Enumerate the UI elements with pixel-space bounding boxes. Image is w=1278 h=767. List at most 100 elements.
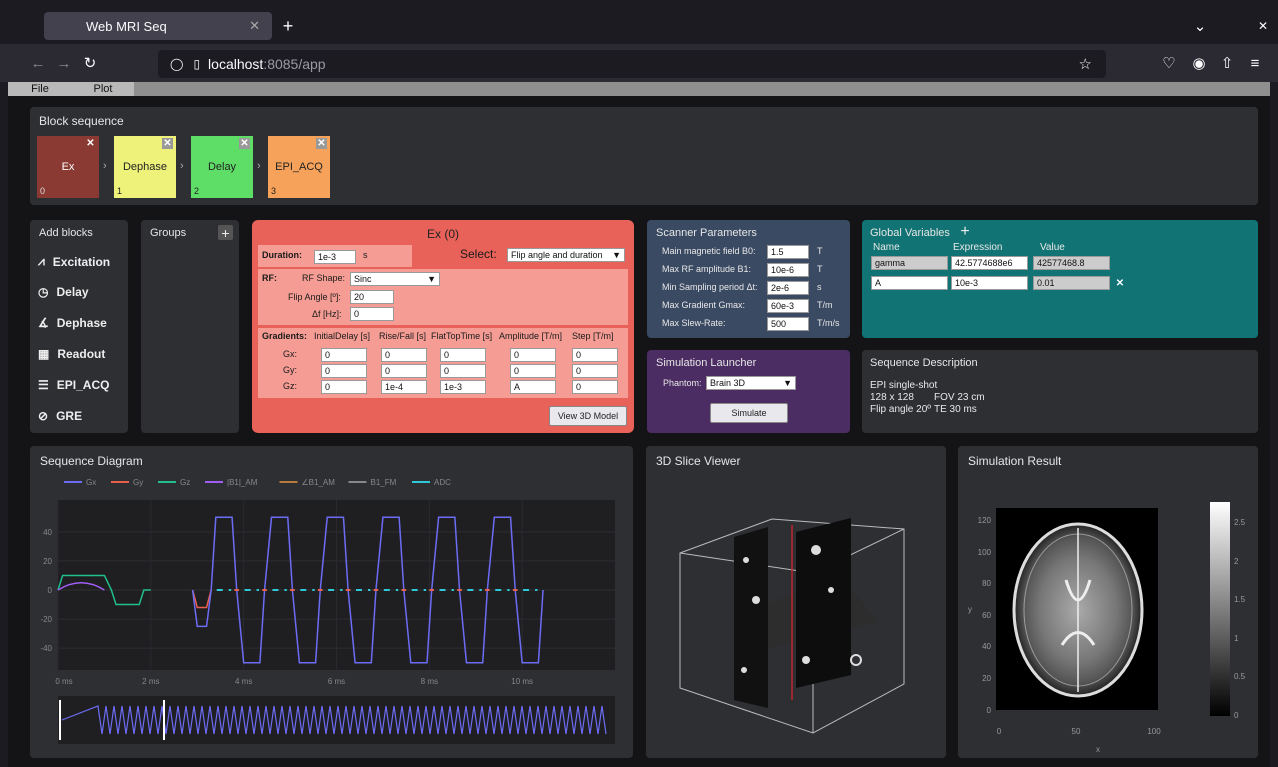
new-tab-icon[interactable]: + (278, 16, 298, 36)
remove-block-icon[interactable]: ✕ (85, 138, 96, 149)
pocket-icon[interactable]: ♡ (1160, 54, 1178, 72)
remove-variable-icon[interactable]: ✕ (1113, 276, 1127, 290)
excitation-icon: ⩘ (38, 254, 45, 268)
sequence-description-title: Sequence Description (870, 357, 978, 369)
gy-rise-input[interactable] (381, 364, 427, 378)
mode-select[interactable]: Flip angle and duration ▼ (507, 248, 625, 262)
block-ex[interactable]: Ex ✕ 0 (37, 136, 99, 198)
description-line: EPI single-shot (870, 380, 938, 391)
window-close-icon[interactable]: ✕ (1255, 16, 1271, 36)
sagittal-slice (734, 527, 768, 708)
gy-amplitude-input[interactable] (510, 364, 556, 378)
gy-initial-delay-input[interactable] (321, 364, 367, 378)
dt-input[interactable] (767, 281, 809, 295)
sequence-diagram-chart[interactable]: Gx Gy Gz |B1|_AM ∠B1_AM B1_FM ADC 40 20 0 -20 -40 0… (30, 470, 633, 758)
add-group-button[interactable]: + (218, 225, 233, 241)
legend-label: ADC (434, 478, 451, 487)
colorbar-tick-label: 2 (1234, 557, 1239, 566)
list-tabs-icon[interactable]: ⌄ (1190, 16, 1210, 36)
duration-label: Duration: (262, 250, 302, 260)
duration-unit: s (363, 250, 368, 260)
add-block-label: Excitation (52, 254, 111, 269)
var-expression-input[interactable] (951, 256, 1028, 270)
y-tick-label: 100 (978, 548, 992, 557)
remove-block-icon[interactable]: ✕ (239, 138, 250, 149)
gmax-input[interactable] (767, 299, 809, 313)
reload-icon[interactable]: ↻ (82, 54, 98, 72)
x-tick-label: 0 (997, 727, 1002, 736)
slice-viewer-canvas[interactable] (646, 470, 946, 758)
gx-step-input[interactable] (572, 348, 618, 362)
y-tick-label: 40 (982, 642, 991, 651)
simulate-button[interactable]: Simulate (710, 403, 788, 423)
add-gre-button[interactable]: ⊘ GRE (38, 409, 82, 423)
b1-input[interactable] (767, 263, 809, 277)
description-line: Flip angle 20º (870, 404, 931, 415)
view-3d-model-button[interactable]: View 3D Model (549, 406, 627, 426)
add-epi-acq-button[interactable]: ☰ EPI_ACQ (38, 378, 109, 392)
account-icon[interactable]: ◉ (1190, 54, 1208, 72)
rf-shape-select[interactable]: Sinc ▼ (350, 272, 440, 286)
add-block-label: Delay (56, 285, 89, 299)
y-tick-label: 0 (987, 706, 992, 715)
browser-tab[interactable]: Web MRI Seq ✕ (44, 12, 272, 40)
add-variable-button[interactable]: + (958, 223, 972, 240)
back-icon[interactable]: ← (30, 54, 46, 72)
var-name-input[interactable] (871, 276, 948, 290)
add-delay-button[interactable]: ◷ Delay (38, 285, 89, 299)
var-name-input[interactable] (871, 256, 948, 270)
add-excitation-button[interactable]: ⩘ Excitation (38, 254, 110, 269)
caret-down-icon: ▼ (783, 378, 792, 388)
flip-angle-input[interactable] (350, 290, 394, 304)
var-value-output (1033, 256, 1110, 270)
phantom-select[interactable]: Brain 3D ▼ (706, 376, 796, 390)
forward-icon[interactable]: → (56, 54, 72, 72)
gmax-unit: T/m (817, 300, 833, 310)
tab-close-icon[interactable]: ✕ (249, 18, 260, 34)
legend-label: ∠B1_AM (302, 478, 336, 487)
gz-amplitude-input[interactable] (510, 380, 556, 394)
app-menu-bar: File Plot (8, 82, 1270, 96)
remove-block-icon[interactable]: ✕ (316, 138, 327, 149)
var-expression-input[interactable] (951, 276, 1028, 290)
duration-input[interactable] (314, 250, 356, 264)
gz-flattop-input[interactable] (440, 380, 486, 394)
grad-header: Rise/Fall [s] (379, 331, 427, 341)
bookmark-star-icon[interactable]: ☆ (1079, 55, 1092, 73)
gz-initial-delay-input[interactable] (321, 380, 367, 394)
block-index: 1 (117, 186, 123, 196)
slew-input[interactable] (767, 317, 809, 331)
menu-icon[interactable]: ≡ (1246, 54, 1264, 72)
block-epi-acq[interactable]: EPI_ACQ ✕ 3 (268, 136, 330, 198)
x-tick-label: 6 ms (328, 677, 345, 686)
chart-range-slider (58, 696, 615, 744)
url-bar[interactable]: ◯ ▯ localhost:8085/app ☆ (158, 50, 1106, 78)
gx-rise-input[interactable] (381, 348, 427, 362)
menu-plot[interactable]: Plot (72, 82, 134, 96)
delta-f-label: Δf [Hz]: (312, 309, 342, 319)
gz-rise-input[interactable] (381, 380, 427, 394)
block-delay[interactable]: Delay ✕ 2 (191, 136, 253, 198)
b0-input[interactable] (767, 245, 809, 259)
gx-flattop-input[interactable] (440, 348, 486, 362)
remove-block-icon[interactable]: ✕ (162, 138, 173, 149)
add-dephase-button[interactable]: ∡ Dephase (38, 316, 107, 330)
y-tick-label: -20 (40, 615, 52, 624)
menu-file[interactable]: File (8, 82, 72, 96)
shield-icon[interactable]: ◯ (170, 57, 183, 71)
gy-flattop-input[interactable] (440, 364, 486, 378)
y-axis-label: y (968, 605, 972, 614)
simulation-result-plot[interactable]: 120 100 80 60 40 20 0 0 50 100 x y 2.5 2 1.5 1 0.5 0 (958, 470, 1258, 758)
extensions-icon[interactable]: ⇧ (1218, 54, 1236, 72)
grad-header: InitialDelay [s] (314, 331, 371, 341)
delta-f-input[interactable] (350, 307, 394, 321)
gy-step-input[interactable] (572, 364, 618, 378)
block-dephase[interactable]: Dephase ✕ 1 (114, 136, 176, 198)
url-host: localhost (208, 56, 264, 72)
slice-viewer-title: 3D Slice Viewer (656, 454, 741, 468)
gz-step-input[interactable] (572, 380, 618, 394)
add-readout-button[interactable]: ▦ Readout (38, 347, 105, 361)
gmax-label: Max Gradient Gmax: (662, 300, 746, 310)
gx-amplitude-input[interactable] (510, 348, 556, 362)
gx-initial-delay-input[interactable] (321, 348, 367, 362)
